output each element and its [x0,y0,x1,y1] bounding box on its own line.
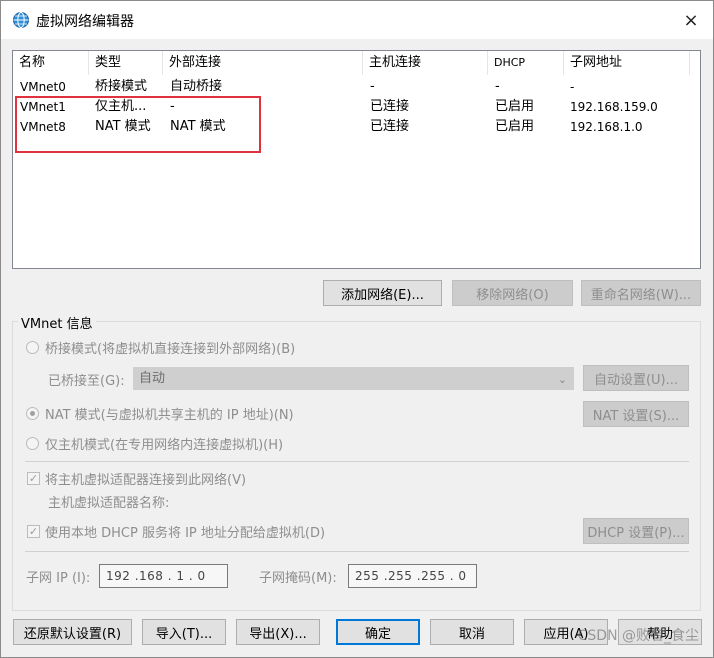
close-button[interactable]: × [677,7,705,33]
host-only-label: 仅主机模式(在专用网络内连接虚拟机)(H) [45,438,284,453]
virtual-network-editor-window: 虚拟网络编辑器 × 名称 类型 外部连接 主机连接 DHCP 子网地址 VMne… [0,0,714,658]
cell-name: VMnet0 [20,80,66,94]
chevron-down-icon: ⌄ [557,373,567,386]
separator [25,551,689,552]
nat-mode-label: NAT 模式(与虚拟机共享主机的 IP 地址)(N) [45,408,294,423]
column-header-type[interactable]: 类型 [89,51,163,75]
dhcp-label: 使用本地 DHCP 服务将 IP 地址分配给虚拟机(D) [45,526,326,541]
cell-dhcp: - [495,79,500,94]
subnet-ip-field[interactable]: 192 .168 . 1 . 0 [99,564,228,588]
subnet-mask-field[interactable]: 255 .255 .255 . 0 [348,564,477,588]
rename-network-button[interactable]: 重命名网络(W)... [581,280,701,306]
bridged-to-value: 自动 [139,371,166,386]
column-header-host[interactable]: 主机连接 [363,51,488,75]
cell-dhcp: 已启用 [495,119,535,134]
cell-host: 已连接 [370,99,410,114]
cell-subnet: - [570,80,575,94]
network-list[interactable]: 名称 类型 外部连接 主机连接 DHCP 子网地址 VMnet0 桥接模式 自动… [12,50,701,269]
restore-defaults-button[interactable]: 还原默认设置(R) [13,619,132,645]
close-icon: × [683,9,699,31]
bridged-to-select[interactable]: 自动 ⌄ [133,367,574,390]
annotation-highlight-box [15,96,261,153]
globe-icon [13,12,29,28]
auto-settings-button[interactable]: 自动设置(U)... [583,365,689,391]
cell-external: 自动桥接 [170,79,223,94]
bridged-mode-radio[interactable] [26,341,39,354]
dhcp-settings-button[interactable]: DHCP 设置(P)... [583,518,689,544]
nat-mode-radio[interactable] [26,407,39,420]
dhcp-checkbox[interactable]: ✓ [27,525,40,538]
host-only-radio[interactable] [26,437,39,450]
window-title: 虚拟网络编辑器 [36,14,134,30]
bridged-mode-label: 桥接模式(将虚拟机直接连接到外部网络)(B) [45,342,296,357]
cell-host: - [370,79,375,94]
watermark: CSDN @败者_食尘 [577,628,699,644]
cell-subnet: 192.168.159.0 [570,100,658,114]
cell-dhcp: 已启用 [495,99,535,114]
connect-adapter-label: 将主机虚拟适配器连接到此网络(V) [45,473,247,488]
column-header-subnet[interactable]: 子网地址 [564,51,690,75]
import-button[interactable]: 导入(T)... [142,619,226,645]
bridged-to-label: 已桥接至(G): [48,374,125,389]
adapter-name-label: 主机虚拟适配器名称: [48,496,170,511]
column-header-name[interactable]: 名称 [13,51,89,75]
connect-adapter-checkbox[interactable]: ✓ [27,472,40,485]
nat-settings-button[interactable]: NAT 设置(S)... [583,401,689,427]
subnet-mask-label: 子网掩码(M): [259,571,337,586]
export-button[interactable]: 导出(X)... [236,619,320,645]
subnet-ip-label: 子网 IP (I): [26,571,91,586]
ok-button[interactable]: 确定 [336,619,420,645]
cell-subnet: 192.168.1.0 [570,120,643,134]
column-header-external[interactable]: 外部连接 [163,51,363,75]
separator [25,461,689,462]
title-bar[interactable]: 虚拟网络编辑器 × [1,1,713,39]
cell-type: 桥接模式 [95,79,148,94]
add-network-button[interactable]: 添加网络(E)... [323,280,442,306]
vmnet-info-title: VMnet 信息 [18,313,96,332]
cell-host: 已连接 [370,119,410,134]
remove-network-button[interactable]: 移除网络(O) [452,280,573,306]
column-header-dhcp[interactable]: DHCP [488,51,564,75]
cancel-button[interactable]: 取消 [430,619,514,645]
